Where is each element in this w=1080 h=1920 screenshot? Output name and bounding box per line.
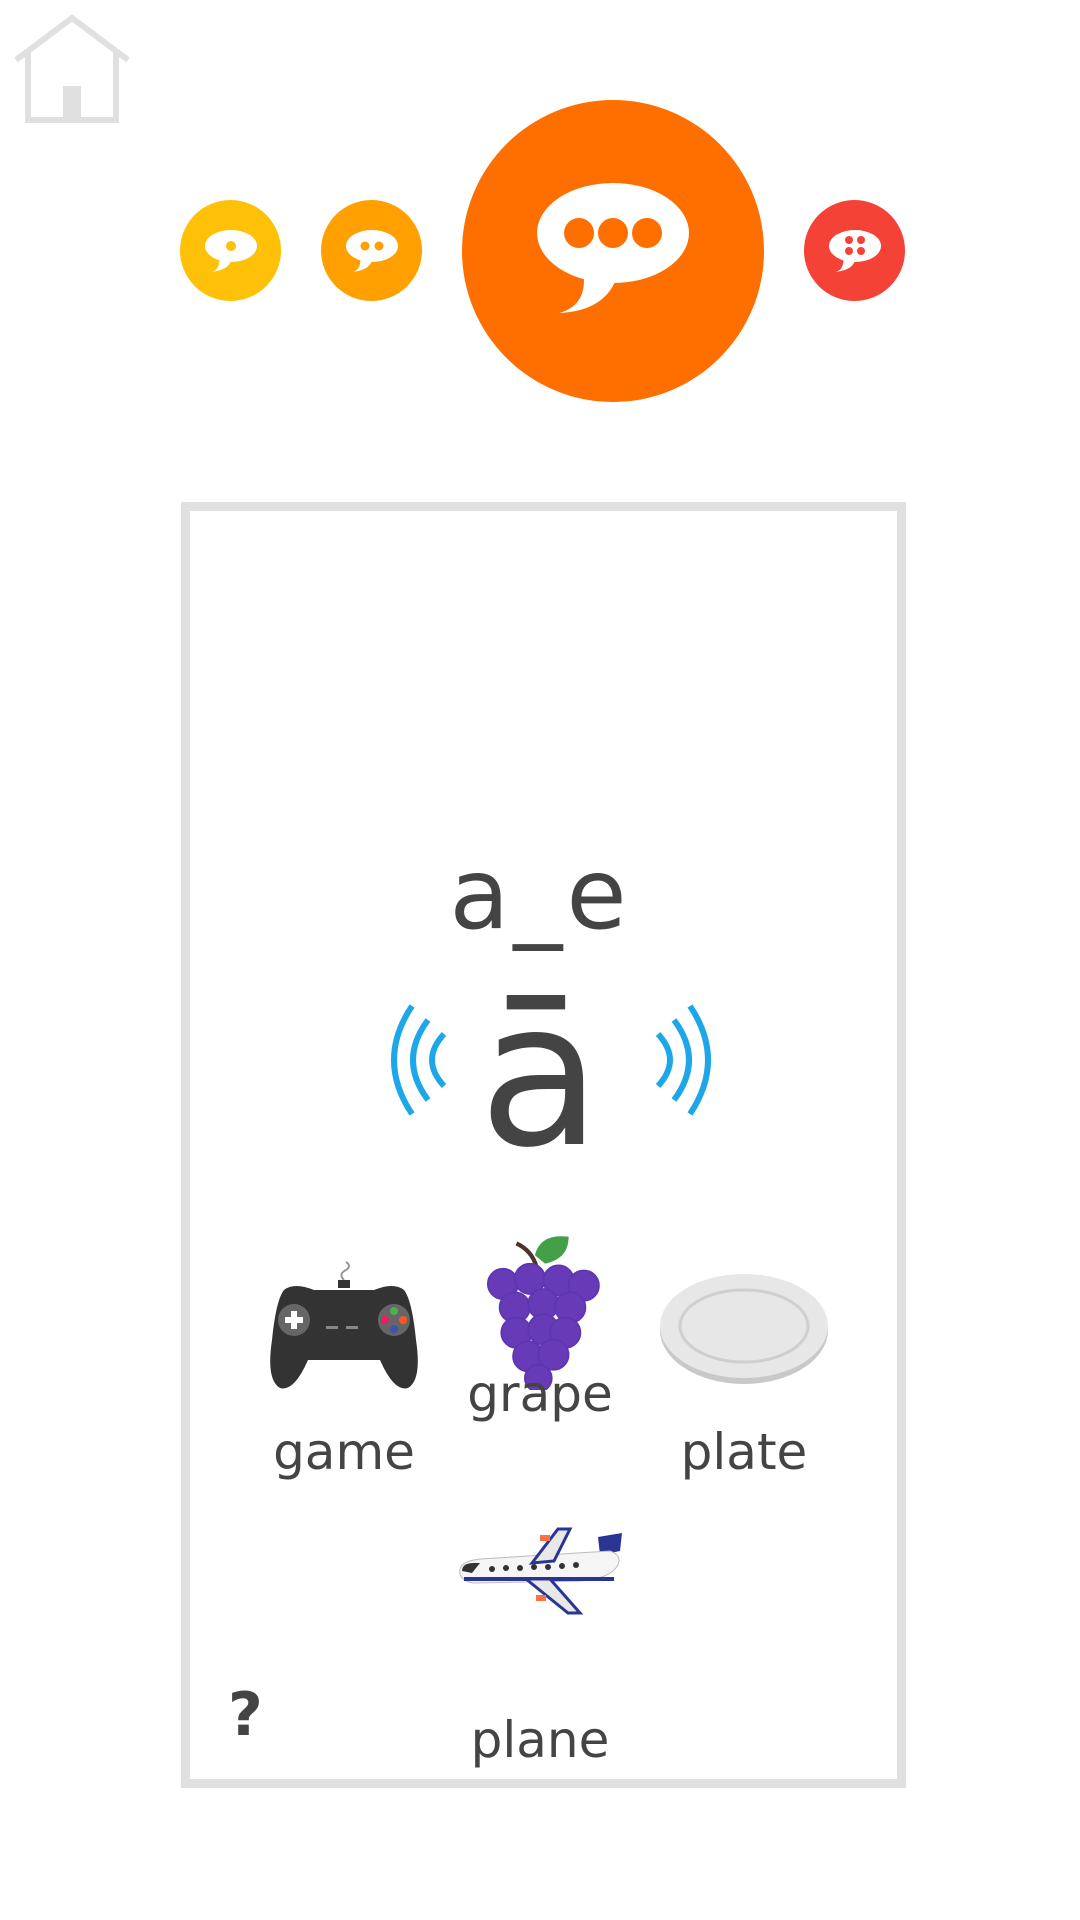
help-button[interactable]: ? [228,1680,263,1750]
level-3-button[interactable] [462,100,764,402]
word-grape[interactable]: grape [450,1230,650,1424]
spelling-pattern: a_e [449,838,631,952]
airplane-icon [459,1527,622,1615]
plate-icon [660,1274,828,1384]
level-2-button[interactable] [321,200,422,301]
speech-bubble-three-dots-icon [537,183,689,313]
home-icon [14,14,130,123]
word-label-plate: plate [680,1423,808,1481]
long-vowel-sound[interactable]: ā [0,976,1080,1176]
level-1-button[interactable] [180,200,281,301]
speech-bubble-one-dot-icon [204,229,257,272]
home-button[interactable] [12,14,132,124]
level-4-button[interactable] [804,200,905,301]
word-label-plane: plane [470,1711,610,1769]
speech-bubble-two-dots-icon [345,229,398,272]
word-label-game: game [273,1423,415,1481]
speech-bubble-four-dots-icon [828,229,881,272]
sound-wave-right-icon [655,1004,711,1116]
game-controller-icon [270,1261,418,1389]
word-plane[interactable]: plane [450,1496,650,1770]
word-plate[interactable]: plate [654,1260,854,1482]
word-game[interactable]: game [254,1260,454,1482]
